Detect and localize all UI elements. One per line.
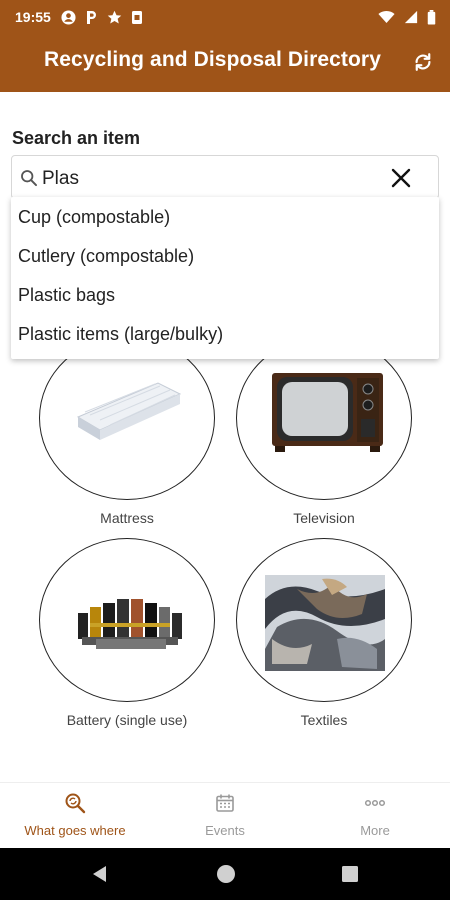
nav-label: More [360,823,390,838]
status-time: 19:55 [15,9,51,25]
app-header: Recycling and Disposal Directory [0,34,450,92]
suggestion-dropdown: Cup (compostable) Cutlery (compostable) … [11,197,439,359]
search-icon [21,170,38,187]
parking-icon [86,10,96,24]
item-label: Mattress [100,510,154,526]
suggestion-item[interactable]: Cup (compostable) [11,198,439,237]
home-icon[interactable] [215,863,237,885]
account-icon [61,9,76,25]
search-value[interactable]: Plas [42,168,79,190]
nav-more[interactable]: More [300,791,450,838]
signal-icon [404,10,418,24]
more-dots-icon [364,799,386,807]
bottom-nav: What goes where Events More [0,782,450,848]
item-label: Textiles [300,712,348,728]
battery-image [78,599,182,649]
system-nav-bar [0,848,450,900]
search-recycle-icon [65,793,86,814]
item-label: Television [293,510,355,526]
item-card-mattress[interactable]: Mattress [39,336,215,527]
refresh-button[interactable] [410,48,436,76]
item-card-battery[interactable]: Battery (single use) [39,538,215,729]
nav-what-goes-where[interactable]: What goes where [0,791,150,838]
app-screen: 19:55 Recycling and Disposal Directory S… [0,0,450,900]
item-image-textiles [236,538,412,702]
star-icon [107,10,122,23]
battery-icon [427,9,436,25]
page-title: Recycling and Disposal Directory [44,48,381,71]
textiles-image [265,575,385,671]
item-image-mattress [39,336,215,500]
nav-label: What goes where [24,823,126,838]
recents-icon[interactable] [341,865,359,883]
sim-icon [131,10,142,24]
wifi-icon [378,11,395,23]
item-label: Battery (single use) [66,712,188,728]
suggestion-item[interactable]: Plastic items (large/bulky) [11,315,439,354]
item-image-television [236,336,412,500]
suggestion-item[interactable]: Cutlery (compostable) [11,237,439,276]
suggestion-item[interactable]: Plastic bags [11,276,439,315]
status-bar: 19:55 [0,0,450,34]
clear-search-icon[interactable] [390,167,412,189]
nav-events[interactable]: Events [150,791,300,838]
item-card-textiles[interactable]: Textiles [236,538,412,729]
back-icon[interactable] [90,864,108,884]
refresh-icon [415,53,431,71]
item-card-television[interactable]: Television [236,336,412,527]
calendar-icon [216,794,234,812]
nav-label: Events [205,823,245,838]
search-input[interactable]: Plas [11,155,439,199]
search-label: Search an item [12,128,141,148]
item-image-battery [39,538,215,702]
television-image [272,373,383,452]
mattress-image [76,382,182,440]
